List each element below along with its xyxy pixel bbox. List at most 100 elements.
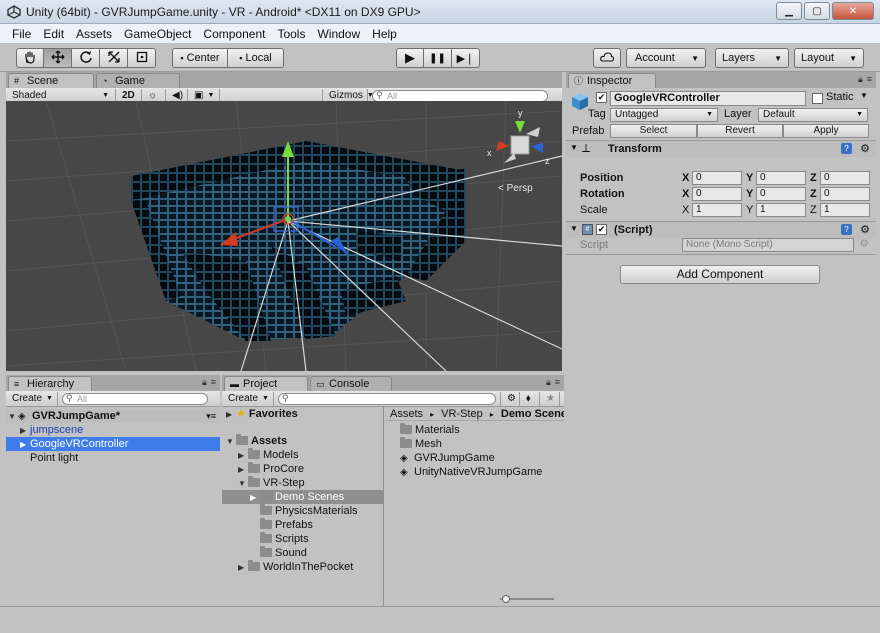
script-field[interactable]: None (Mono Script) (682, 238, 854, 252)
script-component-header[interactable]: ▼ # ✔ (Script) ? ⚙ (566, 221, 876, 238)
gear-icon[interactable]: ⚙ (860, 142, 870, 155)
hierarchy-item[interactable]: ▶ jumpscene (6, 423, 220, 437)
folder-row[interactable]: Prefabs (222, 518, 383, 532)
layer-dropdown[interactable]: Default ▼ (758, 108, 868, 122)
asset-item[interactable]: ◈ UnityNativeVRJumpGame (386, 465, 564, 479)
lock-icon[interactable]: 🔒︎ (546, 377, 551, 388)
expand-arrow-icon[interactable]: ▶ (238, 463, 248, 477)
menu-icon[interactable]: ≡ (211, 377, 216, 388)
search-by-type-button[interactable]: ⚙ (500, 391, 520, 406)
pivot-center-button[interactable]: ▪ Center (172, 48, 228, 68)
move-tool-button[interactable] (44, 48, 72, 68)
tab-project[interactable]: ▬ Project (224, 376, 308, 391)
expand-arrow-icon[interactable]: ▶ (226, 408, 236, 422)
tag-dropdown[interactable]: Untagged ▼ (610, 108, 718, 122)
tab-scene[interactable]: # Scene (8, 73, 94, 88)
tab-inspector[interactable]: ⓘ Inspector (568, 73, 656, 88)
scale-x-field[interactable]: 1 (692, 203, 742, 217)
menu-gameobject[interactable]: GameObject (118, 27, 197, 41)
expand-arrow-icon[interactable]: ▶ (238, 449, 248, 463)
hierarchy-create-dropdown[interactable]: Create ▼ (6, 391, 58, 406)
breadcrumb-vr-step[interactable]: VR-Step (441, 408, 483, 420)
rotate-tool-button[interactable] (72, 48, 100, 68)
assets-row[interactable]: ▼ Assets (222, 434, 383, 448)
account-dropdown[interactable]: Account ▼ (626, 48, 706, 68)
position-z-field[interactable]: 0 (820, 171, 870, 185)
lock-icon[interactable]: 🔒︎ (202, 377, 207, 388)
maximize-button[interactable]: ▢ (804, 2, 830, 20)
pause-button[interactable]: ❚❚ (424, 48, 452, 68)
play-button[interactable]: ▶ (396, 48, 424, 68)
folder-row[interactable]: ▼ VR-Step (222, 476, 383, 490)
folder-row[interactable]: PhysicsMaterials (222, 504, 383, 518)
hand-tool-button[interactable] (16, 48, 44, 68)
position-x-field[interactable]: 0 (692, 171, 742, 185)
help-icon[interactable]: ? (841, 224, 852, 235)
menu-edit[interactable]: Edit (37, 27, 70, 41)
menu-icon[interactable]: ≡ (555, 377, 560, 388)
position-y-field[interactable]: 0 (756, 171, 806, 185)
menu-component[interactable]: Component (197, 27, 271, 41)
gear-icon[interactable]: ⚙ (860, 223, 870, 236)
help-icon[interactable]: ? (841, 143, 852, 154)
transform-header[interactable]: ▼ ⟂ Transform ? ⚙ (566, 140, 876, 157)
breadcrumb-demo-scenes[interactable]: Demo Scenes (501, 408, 564, 420)
hierarchy-item-selected[interactable]: ▶ GoogleVRController (6, 437, 220, 451)
asset-item[interactable]: Mesh (386, 437, 564, 451)
minimize-button[interactable]: ▁ (776, 2, 802, 20)
collapse-arrow-icon[interactable]: ▼ (570, 143, 578, 152)
layers-dropdown[interactable]: Layers ▼ (715, 48, 789, 68)
scale-y-field[interactable]: 1 (756, 203, 806, 217)
folder-row[interactable]: ▶ ProCore (222, 462, 383, 476)
cloud-button[interactable] (593, 48, 621, 68)
active-checkbox[interactable]: ✔ (596, 92, 607, 103)
project-search-input[interactable] (278, 392, 496, 405)
expand-arrow-icon[interactable]: ▼ (8, 410, 18, 424)
hierarchy-search-input[interactable]: All (62, 392, 208, 405)
scale-tool-button[interactable] (100, 48, 128, 68)
slider-thumb[interactable] (502, 595, 510, 603)
breadcrumb-assets[interactable]: Assets (390, 408, 423, 420)
collapse-arrow-icon[interactable]: ▼ (570, 224, 578, 233)
expand-arrow-icon[interactable]: ▼ (226, 435, 236, 449)
folder-row-selected[interactable]: ▶ Demo Scenes (222, 490, 383, 504)
lock-icon[interactable]: 🔒︎ (858, 74, 863, 85)
scale-z-field[interactable]: 1 (820, 203, 870, 217)
rotation-x-field[interactable]: 0 (692, 187, 742, 201)
asset-item[interactable]: Materials (386, 423, 564, 437)
persp-label[interactable]: < Persp (498, 183, 533, 194)
folder-row[interactable]: ▶ WorldInThePocket (222, 560, 383, 574)
menu-file[interactable]: File (6, 27, 37, 41)
search-by-label-button[interactable]: ⬧ (520, 391, 540, 406)
expand-arrow-icon[interactable]: ▶ (238, 561, 248, 575)
prefab-revert-button[interactable]: Revert (697, 124, 783, 138)
object-picker-icon[interactable]: ⊙ (860, 238, 868, 249)
menu-help[interactable]: Help (366, 27, 403, 41)
close-button[interactable]: ✕ (832, 2, 874, 20)
menu-assets[interactable]: Assets (70, 27, 118, 41)
add-component-button[interactable]: Add Component (620, 265, 820, 284)
chevron-down-icon[interactable]: ▼ (860, 91, 868, 100)
tab-console[interactable]: ▭ Console (310, 376, 392, 391)
script-enabled-checkbox[interactable]: ✔ (596, 224, 607, 235)
rotation-z-field[interactable]: 0 (820, 187, 870, 201)
step-button[interactable]: ▶❘ (452, 48, 480, 68)
expand-arrow-icon[interactable]: ▼ (238, 477, 248, 491)
project-create-dropdown[interactable]: Create ▼ (222, 391, 274, 406)
folder-row[interactable]: ▶ Models (222, 448, 383, 462)
folder-row[interactable]: Scripts (222, 532, 383, 546)
menu-tools[interactable]: Tools (271, 27, 311, 41)
hierarchy-item[interactable]: Point light (6, 451, 220, 465)
static-checkbox[interactable] (812, 93, 823, 104)
menu-window[interactable]: Window (311, 27, 366, 41)
scene-viewport[interactable]: y x z < Persp (6, 101, 562, 371)
prefab-apply-button[interactable]: Apply (783, 124, 869, 138)
prefab-select-button[interactable]: Select (610, 124, 697, 138)
expand-arrow-icon[interactable]: ▶ (250, 491, 260, 505)
asset-item[interactable]: ◈ GVRJumpGame (386, 451, 564, 465)
tab-game[interactable]: ◔ Game (96, 73, 180, 88)
scene-header-row[interactable]: ▼ ◈ GVRJumpGame* ▾≡ (6, 409, 220, 423)
menu-icon[interactable]: ≡ (867, 74, 872, 85)
object-name-field[interactable]: GoogleVRController (610, 91, 806, 106)
folder-row[interactable]: Sound (222, 546, 383, 560)
